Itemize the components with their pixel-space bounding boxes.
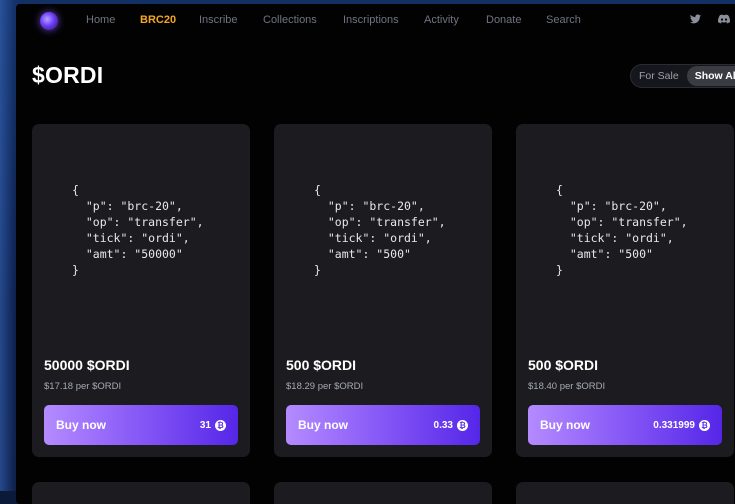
code-line: {: [72, 182, 79, 198]
code-line: "op": "transfer",: [72, 214, 204, 230]
code-line: {: [314, 182, 321, 198]
token-amount: 50000 $ORDI: [44, 357, 130, 373]
listing-card[interactable]: [32, 482, 250, 504]
token-amount: 500 $ORDI: [286, 357, 356, 373]
buy-now-button[interactable]: Buy now 0.331999 ₿: [528, 405, 722, 445]
code-line: {: [556, 182, 563, 198]
inscription-json: { "p": "brc-20", "op": "transfer", "tick…: [274, 182, 492, 310]
nav-search[interactable]: Search: [546, 14, 581, 26]
code-line: "op": "transfer",: [314, 214, 446, 230]
listing-card[interactable]: { "p": "brc-20", "op": "transfer", "tick…: [516, 124, 734, 457]
code-line: }: [314, 262, 321, 278]
listing-filter-toggle: For Sale Show All: [630, 64, 735, 88]
nav-home[interactable]: Home: [86, 14, 115, 26]
nav-donate[interactable]: Donate: [486, 14, 521, 26]
nav-collections[interactable]: Collections: [263, 14, 317, 26]
listing-card[interactable]: [274, 482, 492, 504]
bitcoin-icon: ₿: [699, 420, 710, 431]
listing-card[interactable]: { "p": "brc-20", "op": "transfer", "tick…: [274, 124, 492, 457]
unit-price: $18.29 per $ORDI: [286, 381, 363, 392]
toggle-for-sale[interactable]: For Sale: [631, 70, 687, 82]
code-line: }: [556, 262, 563, 278]
code-line: "amt": "500": [556, 246, 653, 262]
unit-price: $18.40 per $ORDI: [528, 381, 605, 392]
btc-price-value: 0.331999: [653, 420, 695, 431]
btc-price-value: 0.33: [434, 420, 453, 431]
btc-price: 0.33 ₿: [434, 420, 468, 431]
unit-price: $17.18 per $ORDI: [44, 381, 121, 392]
code-line: "p": "brc-20",: [556, 198, 667, 214]
logo-icon[interactable]: [40, 12, 58, 30]
code-line: "op": "transfer",: [556, 214, 688, 230]
btc-price: 31 ₿: [200, 420, 226, 431]
nav-inscriptions[interactable]: Inscriptions: [343, 14, 399, 26]
nav-activity[interactable]: Activity: [424, 14, 459, 26]
listing-card[interactable]: { "p": "brc-20", "op": "transfer", "tick…: [32, 124, 250, 457]
btc-price-value: 31: [200, 420, 211, 431]
code-line: }: [72, 262, 79, 278]
buy-now-label: Buy now: [56, 418, 106, 432]
code-line: "p": "brc-20",: [314, 198, 425, 214]
buy-now-button[interactable]: Buy now 31 ₿: [44, 405, 238, 445]
buy-now-label: Buy now: [298, 418, 348, 432]
code-line: "amt": "50000": [72, 246, 183, 262]
code-line: "tick": "ordi",: [314, 230, 432, 246]
toggle-show-all[interactable]: Show All: [687, 66, 735, 86]
listing-card[interactable]: [516, 482, 734, 504]
twitter-icon[interactable]: [690, 14, 701, 27]
nav-inscribe[interactable]: Inscribe: [199, 14, 238, 26]
code-line: "p": "brc-20",: [72, 198, 183, 214]
code-line: "tick": "ordi",: [556, 230, 674, 246]
bitcoin-icon: ₿: [215, 420, 226, 431]
buy-now-label: Buy now: [540, 418, 590, 432]
inscription-json: { "p": "brc-20", "op": "transfer", "tick…: [516, 182, 734, 310]
buy-now-button[interactable]: Buy now 0.33 ₿: [286, 405, 480, 445]
nav-brc20[interactable]: BRC20: [140, 14, 176, 26]
btc-price: 0.331999 ₿: [653, 420, 710, 431]
token-amount: 500 $ORDI: [528, 357, 598, 373]
code-line: "tick": "ordi",: [72, 230, 190, 246]
page-title: $ORDI: [32, 62, 103, 89]
bitcoin-icon: ₿: [457, 420, 468, 431]
discord-icon[interactable]: [718, 14, 730, 27]
inscription-json: { "p": "brc-20", "op": "transfer", "tick…: [32, 182, 250, 310]
app-window: Home BRC20 Inscribe Collections Inscript…: [16, 4, 735, 504]
top-nav: Home BRC20 Inscribe Collections Inscript…: [16, 4, 735, 38]
code-line: "amt": "500": [314, 246, 411, 262]
